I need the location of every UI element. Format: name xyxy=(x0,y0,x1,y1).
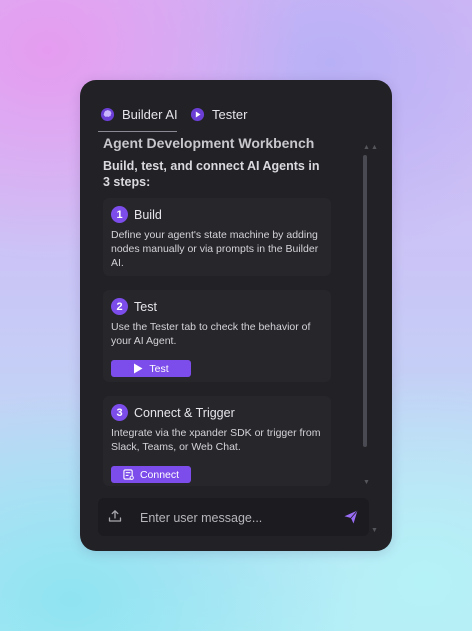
step-description: Use the Tester tab to check the behavior… xyxy=(111,321,311,347)
send-icon[interactable] xyxy=(343,509,359,525)
step-header: 1 Build xyxy=(111,206,162,223)
workbench-content: Agent Development Workbench Build, test,… xyxy=(80,132,392,492)
tab-tester[interactable]: Tester xyxy=(190,102,247,126)
step-header: 2 Test xyxy=(111,298,157,315)
scroll-up-arrow[interactable]: ▲ xyxy=(363,144,370,151)
tab-bar: Builder AI Tester xyxy=(80,80,392,132)
step-number-badge: 3 xyxy=(111,404,128,421)
workbench-title: Agent Development Workbench xyxy=(103,135,315,151)
step-header: 3 Connect & Trigger xyxy=(111,404,235,421)
scroll-down-arrow[interactable]: ▼ xyxy=(363,479,370,486)
step-title: Connect & Trigger xyxy=(134,405,235,420)
step-title: Test xyxy=(134,299,157,314)
workbench-subtitle: Build, test, and connect AI Agents in 3 … xyxy=(103,159,320,189)
step-description: Integrate via the xpander SDK or trigger… xyxy=(111,427,321,453)
message-input[interactable] xyxy=(138,507,332,529)
test-button[interactable]: Test xyxy=(111,360,191,377)
step-number-badge: 1 xyxy=(111,206,128,223)
tab-builder-label: Builder AI xyxy=(122,106,178,122)
chat-panel: Builder AI Tester Agent Development Work… xyxy=(80,80,392,551)
scroll-up-arrow-outer[interactable]: ▲ xyxy=(371,144,378,151)
connect-icon xyxy=(123,469,134,480)
message-composer xyxy=(98,498,369,536)
step-card-connect: 3 Connect & Trigger Integrate via the xp… xyxy=(103,396,331,486)
step-description: Define your agent's state machine by add… xyxy=(111,229,319,269)
test-button-label: Test xyxy=(149,362,169,375)
upload-icon[interactable] xyxy=(108,509,122,523)
step-title: Build xyxy=(134,207,162,222)
tab-tester-label: Tester xyxy=(212,106,248,122)
play-icon xyxy=(133,363,143,374)
scrollbar-thumb[interactable] xyxy=(363,155,367,447)
step-number-badge: 2 xyxy=(111,298,128,315)
step-card-test: 2 Test Use the Tester tab to check the b… xyxy=(103,290,331,382)
scroll-down-arrow-outer[interactable]: ▼ xyxy=(371,527,378,534)
brain-icon xyxy=(100,107,115,122)
connect-button-label: Connect xyxy=(139,468,180,481)
tab-builder-ai[interactable]: Builder AI xyxy=(100,102,178,126)
step-card-build: 1 Build Define your agent's state machin… xyxy=(103,198,331,276)
connect-button[interactable]: Connect xyxy=(111,466,191,483)
play-circle-icon xyxy=(190,107,205,122)
